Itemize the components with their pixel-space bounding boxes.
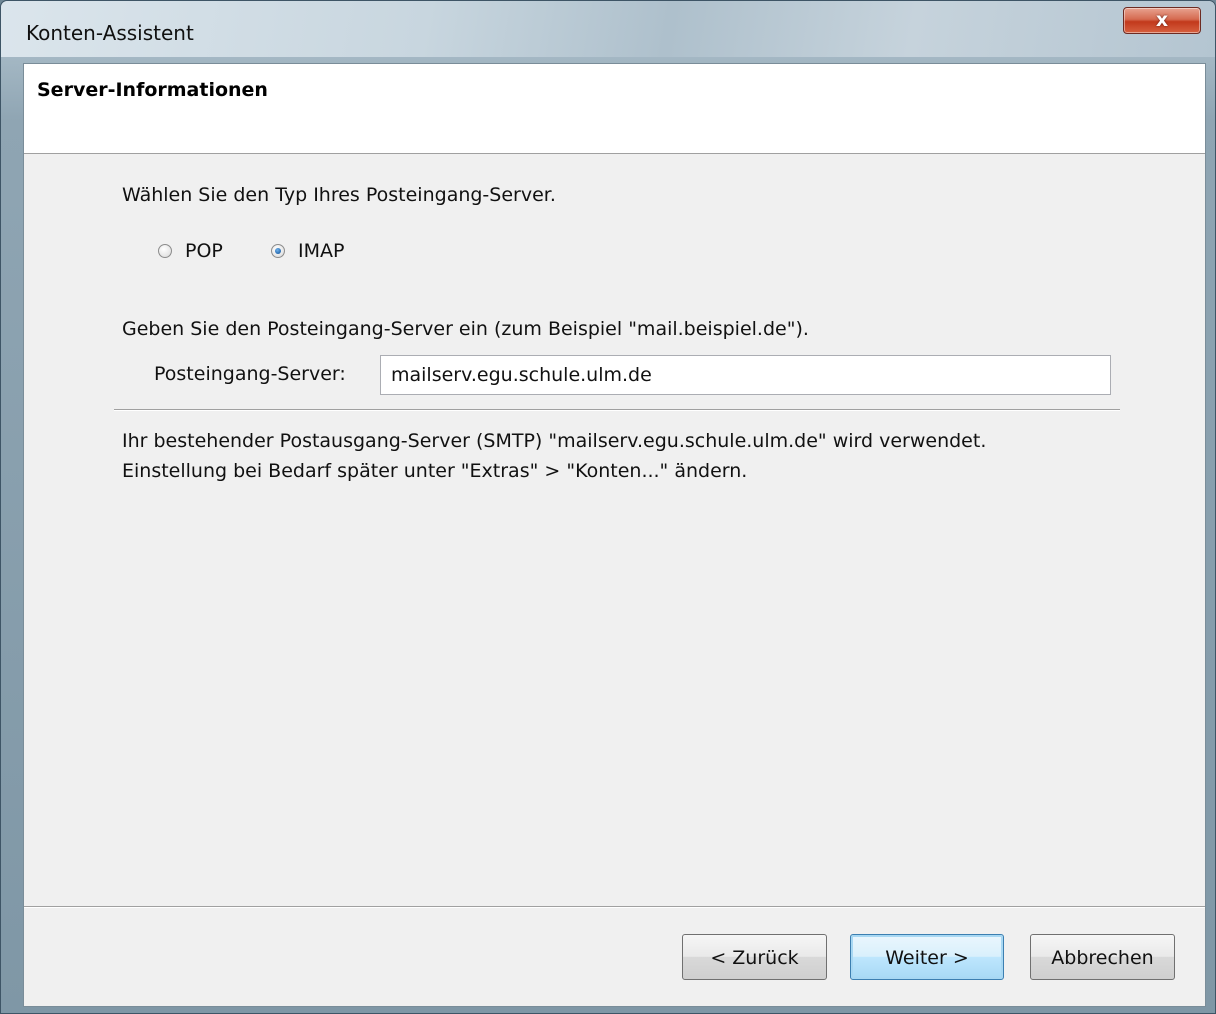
close-button[interactable]: x	[1123, 7, 1201, 34]
page-title: Server-Informationen	[37, 79, 268, 101]
server-type-prompt: Wählen Sie den Typ Ihres Posteingang-Ser…	[122, 184, 556, 206]
incoming-server-input[interactable]	[380, 355, 1111, 395]
cancel-button[interactable]: Abbrechen	[1030, 934, 1175, 980]
radio-pop-label: POP	[185, 240, 223, 262]
content-separator	[114, 409, 1120, 411]
title-bar[interactable]: Konten-Assistent x	[1, 1, 1215, 57]
radio-pop-circle[interactable]	[158, 244, 172, 258]
incoming-server-label: Posteingang-Server:	[154, 363, 346, 385]
radio-pop[interactable]: POP	[158, 240, 223, 262]
incoming-server-prompt: Geben Sie den Posteingang-Server ein (zu…	[122, 318, 809, 340]
wizard-window: Konten-Assistent x Server-Informationen …	[0, 0, 1216, 1014]
smtp-info-line-1: Ihr bestehender Postausgang-Server (SMTP…	[122, 430, 987, 452]
radio-imap-label: IMAP	[298, 240, 345, 262]
page-header: Server-Informationen	[24, 64, 1205, 154]
back-button[interactable]: < Zurück	[682, 934, 827, 980]
next-button[interactable]: Weiter >	[850, 934, 1004, 980]
radio-imap-circle[interactable]	[271, 244, 285, 258]
window-title: Konten-Assistent	[26, 21, 194, 45]
radio-imap[interactable]: IMAP	[271, 240, 344, 262]
wizard-page: Server-Informationen Wählen Sie den Typ …	[23, 63, 1206, 1007]
footer-separator	[24, 906, 1205, 908]
smtp-info-line-2: Einstellung bei Bedarf später unter "Ext…	[122, 460, 748, 482]
close-icon: x	[1155, 9, 1169, 31]
